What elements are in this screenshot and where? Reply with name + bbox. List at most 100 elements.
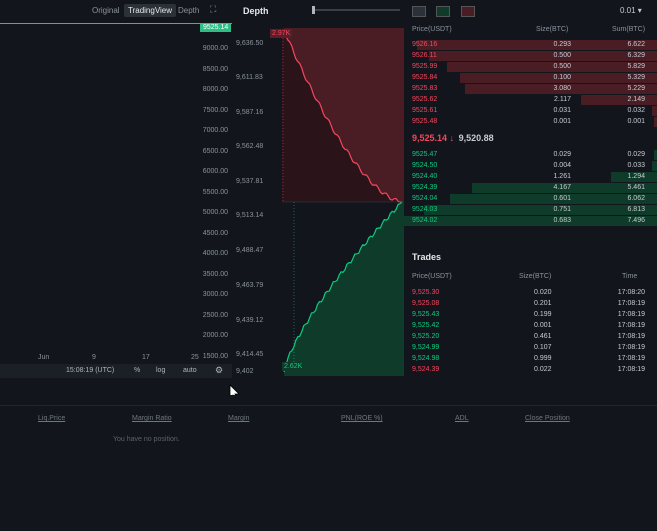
bid-row[interactable]: 9524.02 0.683 7.496 <box>404 216 657 226</box>
ask-row[interactable]: 9525.61 0.031 0.032 <box>404 106 657 116</box>
row-price: 9525.61 <box>412 107 438 114</box>
asks-only-icon[interactable] <box>460 6 475 17</box>
depth-price-tick: 9,587.16 <box>236 109 264 116</box>
col-margin[interactable]: Margin <box>228 415 249 422</box>
trade-row[interactable]: 9,525.20 0.461 17:08:19 <box>404 332 657 342</box>
trade-price: 9,525.42 <box>412 322 440 329</box>
row-size: 0.751 <box>553 206 571 213</box>
tradingview-chart-panel: Original TradingView Depth ⛶ 9525.14 900… <box>0 0 232 380</box>
precision-select[interactable]: 0.01 ▾ <box>620 6 642 15</box>
date-tick: 9 <box>92 354 96 361</box>
row-price: 9525.83 <box>412 85 438 92</box>
trade-row[interactable]: 9,525.42 0.001 17:08:19 <box>404 321 657 331</box>
tab-tradingview[interactable]: TradingView <box>124 4 177 17</box>
col-close-position[interactable]: Close Position <box>525 415 570 422</box>
trade-size: 0.022 <box>534 366 552 373</box>
trade-row[interactable]: 9,524.39 0.022 17:08:19 <box>404 365 657 375</box>
row-price: 9524.02 <box>412 217 438 224</box>
price-tick: 2000.00 <box>202 332 228 339</box>
auto-toggle[interactable]: auto <box>183 367 197 374</box>
row-price: 9525.48 <box>412 118 438 125</box>
depth-bar <box>424 205 657 215</box>
col-liq-price[interactable]: Liq.Price <box>38 415 65 422</box>
trade-price: 9,524.39 <box>412 366 440 373</box>
ask-row[interactable]: 9525.83 3.080 5.229 <box>404 84 657 94</box>
bid-row[interactable]: 9524.50 0.004 0.033 <box>404 161 657 171</box>
bid-row[interactable]: 9525.47 0.029 0.029 <box>404 150 657 160</box>
price-tick: 5000.00 <box>202 209 228 216</box>
row-size: 0.001 <box>553 118 571 125</box>
trade-row[interactable]: 9,525.30 0.020 17:08:20 <box>404 288 657 298</box>
trade-row[interactable]: 9,525.43 0.199 17:08:19 <box>404 310 657 320</box>
ob-header-size: Size(BTC) <box>536 26 569 33</box>
log-toggle[interactable]: log <box>156 367 165 374</box>
row-price: 9525.84 <box>412 74 438 81</box>
trade-size: 0.199 <box>534 311 552 318</box>
bids-only-icon[interactable] <box>436 6 451 17</box>
trade-size: 0.999 <box>534 355 552 362</box>
trade-price: 9,524.99 <box>412 344 440 351</box>
chart-time: 15:08:19 (UTC) <box>66 367 115 374</box>
row-price: 9524.39 <box>412 184 438 191</box>
col-pnl-roe[interactable]: PNL(ROE %) <box>341 415 383 422</box>
ask-row[interactable]: 9526.16 0.293 6.622 <box>404 40 657 50</box>
price-tick: 4500.00 <box>202 229 228 237</box>
trade-row[interactable]: 9,524.99 0.107 17:08:19 <box>404 343 657 353</box>
trade-time: 17:08:19 <box>617 333 645 340</box>
price-tick: 9000.00 <box>202 45 228 52</box>
trade-time: 17:08:19 <box>617 300 645 307</box>
price-tick: 7000.00 <box>202 127 228 134</box>
last-price: 9,525.14 <box>412 133 448 143</box>
price-tick: 8000.00 <box>202 86 228 93</box>
bid-row[interactable]: 9524.03 0.751 6.813 <box>404 205 657 215</box>
ask-total-label: 2.97K <box>270 29 293 38</box>
depth-zoom-slider[interactable] <box>312 6 400 14</box>
both-sides-icon[interactable] <box>412 6 426 17</box>
depth-price-tick: 9,439.12 <box>236 317 264 324</box>
date-axis[interactable]: Jun 9 17 25 <box>0 352 232 364</box>
trade-row[interactable]: 9,525.08 0.201 17:08:19 <box>404 299 657 309</box>
trades-panel: Trades Price(USDT) Size(BTC) Time 9,525.… <box>404 240 657 380</box>
bid-row[interactable]: 9524.39 4.167 5.461 <box>404 183 657 193</box>
trade-time: 17:08:19 <box>617 366 645 373</box>
depth-bar <box>416 40 657 50</box>
bid-row[interactable]: 9524.40 1.261 1.294 <box>404 172 657 182</box>
trade-size: 0.201 <box>534 300 552 307</box>
depth-price-tick: 9,537.81 <box>236 178 264 185</box>
trade-row[interactable]: 9,524.98 0.999 17:08:19 <box>404 354 657 364</box>
fullscreen-icon[interactable]: ⛶ <box>210 4 216 15</box>
ask-row[interactable]: 9525.48 0.001 0.001 <box>404 117 657 127</box>
price-tick: 4000.00 <box>202 250 228 257</box>
bid-depth-fill <box>284 202 404 376</box>
trades-title: Trades <box>412 252 442 262</box>
bid-row[interactable]: 9524.04 0.601 6.062 <box>404 194 657 204</box>
trades-header-size: Size(BTC) <box>519 273 552 280</box>
price-tick: 6500.00 <box>202 147 228 155</box>
depth-title: Depth <box>243 6 269 16</box>
ask-row[interactable]: 9526.11 0.500 6.329 <box>404 51 657 61</box>
tab-original[interactable]: Original <box>88 4 124 17</box>
chart-settings-gear-icon[interactable]: ⚙ <box>215 365 223 376</box>
row-size: 1.261 <box>553 173 571 180</box>
ask-row[interactable]: 9525.62 2.117 2.149 <box>404 95 657 105</box>
slider-track <box>312 9 400 11</box>
row-sum: 6.329 <box>627 52 645 59</box>
ask-row[interactable]: 9525.99 0.500 5.829 <box>404 62 657 72</box>
col-margin-ratio[interactable]: Margin Ratio <box>132 415 172 422</box>
row-size: 4.167 <box>553 184 571 191</box>
ask-row[interactable]: 9525.84 0.100 5.329 <box>404 73 657 83</box>
tab-depth[interactable]: Depth <box>174 4 203 17</box>
row-size: 0.500 <box>553 63 571 70</box>
price-tick: 7500.00 <box>202 106 228 114</box>
row-sum: 5.829 <box>627 63 645 70</box>
price-axis[interactable]: 9000.00 8500.00 8000.00 7500.00 7000.00 6500.… <box>196 20 232 360</box>
trade-time: 17:08:19 <box>617 344 645 351</box>
row-price: 9526.16 <box>412 41 438 48</box>
trade-size: 0.461 <box>534 333 552 340</box>
trade-price: 9,525.08 <box>412 300 440 307</box>
row-size: 0.004 <box>553 162 571 169</box>
percent-toggle[interactable]: % <box>134 367 140 374</box>
col-adl[interactable]: ADL <box>455 415 469 422</box>
date-tick: 17 <box>142 354 150 361</box>
price-tick: 6000.00 <box>202 168 228 175</box>
